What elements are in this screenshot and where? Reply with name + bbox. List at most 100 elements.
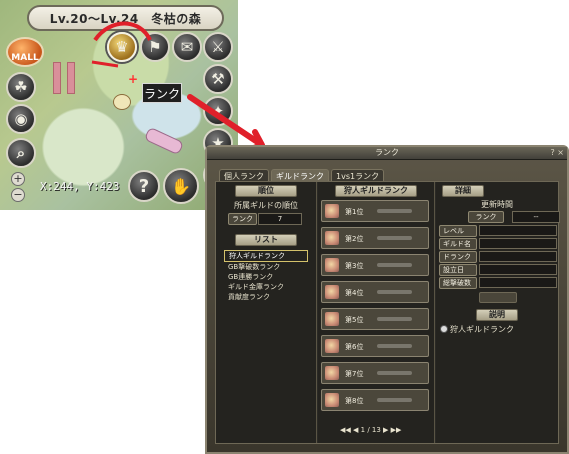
zoom-in-button[interactable]: + xyxy=(11,172,25,186)
field-row-founded: 設立日 xyxy=(439,264,557,276)
next-page-icon[interactable]: ▶ xyxy=(383,426,388,434)
blurred-guild-name xyxy=(377,398,412,402)
handshake-icon[interactable]: ✋ xyxy=(163,168,199,204)
right-column: 詳細 更新時間 ランク -- レベル ギルド名 ドランク 設立日 総撃破数 説明… xyxy=(436,182,560,443)
scroll-button[interactable]: ✉ xyxy=(172,32,202,62)
field-value xyxy=(479,251,557,262)
guild-emblem-icon xyxy=(325,231,339,245)
guild-flag-button[interactable]: ⚑ xyxy=(140,32,170,62)
last-page-icon[interactable]: ▶▶ xyxy=(391,426,402,434)
guild-emblem-icon xyxy=(325,393,339,407)
list-item-hunter-guild-rank[interactable]: 狩人ギルドランク xyxy=(224,250,308,262)
hunter-guild-rank-header: 狩人ギルドランク xyxy=(335,185,417,197)
camera-button[interactable]: ◉ xyxy=(6,104,36,134)
description-item: 狩人ギルドランク xyxy=(440,324,514,335)
detail-rank-label: ランク xyxy=(468,211,504,223)
zoom-out-button[interactable]: − xyxy=(11,188,25,202)
minimap-panel: Lv.20～Lv.24 冬枯の森 MALL ♛ ⚑ ✉ ⚔ ⚒ ✦ ★ ☺ ☘ … xyxy=(0,0,238,210)
guild-emblem-icon xyxy=(325,285,339,299)
list-item-gb-kills-rank[interactable]: GB撃破数ランク xyxy=(224,262,308,272)
description-header: 説明 xyxy=(476,309,518,321)
field-value xyxy=(479,277,557,288)
field-row-level: レベル xyxy=(439,225,557,237)
page-indicator: 1 / 13 xyxy=(360,426,381,434)
portal-marker-icon xyxy=(143,126,185,156)
rank-row[interactable]: 第4位 xyxy=(321,281,429,303)
guild-emblem-icon xyxy=(325,204,339,218)
map-button[interactable]: ✦ xyxy=(203,96,233,126)
radio-icon xyxy=(440,325,448,333)
guild-emblem-icon xyxy=(325,366,339,380)
blurred-guild-name xyxy=(377,236,412,240)
pager: ◀◀ ◀ 1 / 13 ▶ ▶▶ xyxy=(340,426,401,434)
rank-position: 第3位 xyxy=(345,262,364,270)
rank-row[interactable]: 第8位 xyxy=(321,389,429,411)
field-label: 設立日 xyxy=(439,264,477,276)
apply-button[interactable] xyxy=(479,292,517,303)
mall-button[interactable]: MALL xyxy=(6,37,44,67)
ranking-tooltip: ランク xyxy=(142,83,182,103)
field-label: ギルド名 xyxy=(439,238,477,250)
rank-row[interactable]: 第3位 xyxy=(321,254,429,276)
detail-header: 詳細 xyxy=(442,185,484,197)
list-item-gb-streak-rank[interactable]: GB連勝ランク xyxy=(224,272,308,282)
window-controls[interactable]: ? × xyxy=(551,148,565,157)
window-title: ランク xyxy=(207,147,567,160)
field-value xyxy=(479,225,557,236)
rank-row[interactable]: 第7位 xyxy=(321,362,429,384)
ranking-list: 狩人ギルドランク GB撃破数ランク GB連勝ランク ギルド金庫ランク 貢献度ラン… xyxy=(224,250,308,302)
cross-marker-icon: + xyxy=(128,72,139,86)
battle-button[interactable]: ⚒ xyxy=(203,64,233,94)
first-page-icon[interactable]: ◀◀ xyxy=(340,426,351,434)
blurred-guild-name xyxy=(377,371,412,375)
blurred-guild-name xyxy=(377,209,412,213)
blurred-guild-name xyxy=(377,344,412,348)
search-icon[interactable]: ⌕ xyxy=(6,138,36,168)
field-label: レベル xyxy=(439,225,477,237)
field-label: ドランク xyxy=(439,251,477,263)
guild-emblem-icon xyxy=(325,258,339,272)
rank-position: 第5位 xyxy=(345,316,364,324)
list-header: リスト xyxy=(235,234,297,246)
help-button[interactable]: ? xyxy=(128,170,160,202)
field-label: 総撃破数 xyxy=(439,277,477,289)
rank-position: 第8位 xyxy=(345,397,364,405)
rank-row[interactable]: 第1位 xyxy=(321,200,429,222)
prev-page-icon[interactable]: ◀ xyxy=(353,426,358,434)
guild-emblem-icon xyxy=(325,339,339,353)
rank-position: 第2位 xyxy=(345,235,364,243)
area-name-banner: Lv.20～Lv.24 冬枯の森 xyxy=(27,5,224,31)
rank-position: 第7位 xyxy=(345,370,364,378)
party-button[interactable]: ☘ xyxy=(6,72,36,102)
middle-column: 狩人ギルドランク 第1位 第2位 第3位 第4位 第5位 第6位 第7位 第8位… xyxy=(318,182,435,443)
rank-label: ランク xyxy=(228,213,257,225)
rank-row[interactable]: 第2位 xyxy=(321,227,429,249)
sword-button[interactable]: ⚔ xyxy=(203,32,233,62)
field-value xyxy=(479,238,557,249)
rank-row[interactable]: 第6位 xyxy=(321,335,429,357)
window-body: 順位 所属ギルドの順位 ランク 7 リスト 狩人ギルドランク GB撃破数ランク … xyxy=(215,181,560,444)
detail-rank-row: ランク -- xyxy=(468,211,560,223)
rank-row[interactable]: 第5位 xyxy=(321,308,429,330)
own-rank-row: ランク 7 xyxy=(228,213,304,225)
list-item-guild-vault-rank[interactable]: ギルド金庫ランク xyxy=(224,282,308,292)
own-rank-value: 7 xyxy=(258,213,302,225)
own-guild-rank-label: 所属ギルドの順位 xyxy=(234,201,298,210)
description-text: 狩人ギルドランク xyxy=(450,325,514,334)
detail-rank-value: -- xyxy=(512,211,560,223)
ranking-window: ランク ? × 個人ランク ギルドランク 1vs1ランク 順位 所属ギルドの順位… xyxy=(205,145,569,454)
left-column: 順位 所属ギルドの順位 ランク 7 リスト 狩人ギルドランク GB撃破数ランク … xyxy=(216,182,317,443)
list-item-contribution-rank[interactable]: 貢献度ランク xyxy=(224,292,308,302)
pause-icon[interactable] xyxy=(53,62,77,94)
rank-header: 順位 xyxy=(235,185,297,197)
rank-position: 第4位 xyxy=(345,289,364,297)
coordinates-readout: X:244, Y:423 xyxy=(40,180,120,193)
guild-emblem-icon xyxy=(325,312,339,326)
crown-ranking-button[interactable]: ♛ xyxy=(107,32,137,62)
field-row-guild-name: ギルド名 xyxy=(439,238,557,250)
rank-position: 第6位 xyxy=(345,343,364,351)
field-row-total-kills: 総撃破数 xyxy=(439,277,557,289)
detail-fields: レベル ギルド名 ドランク 設立日 総撃破数 xyxy=(439,225,557,303)
field-value xyxy=(479,264,557,275)
player-marker-icon xyxy=(113,94,131,110)
